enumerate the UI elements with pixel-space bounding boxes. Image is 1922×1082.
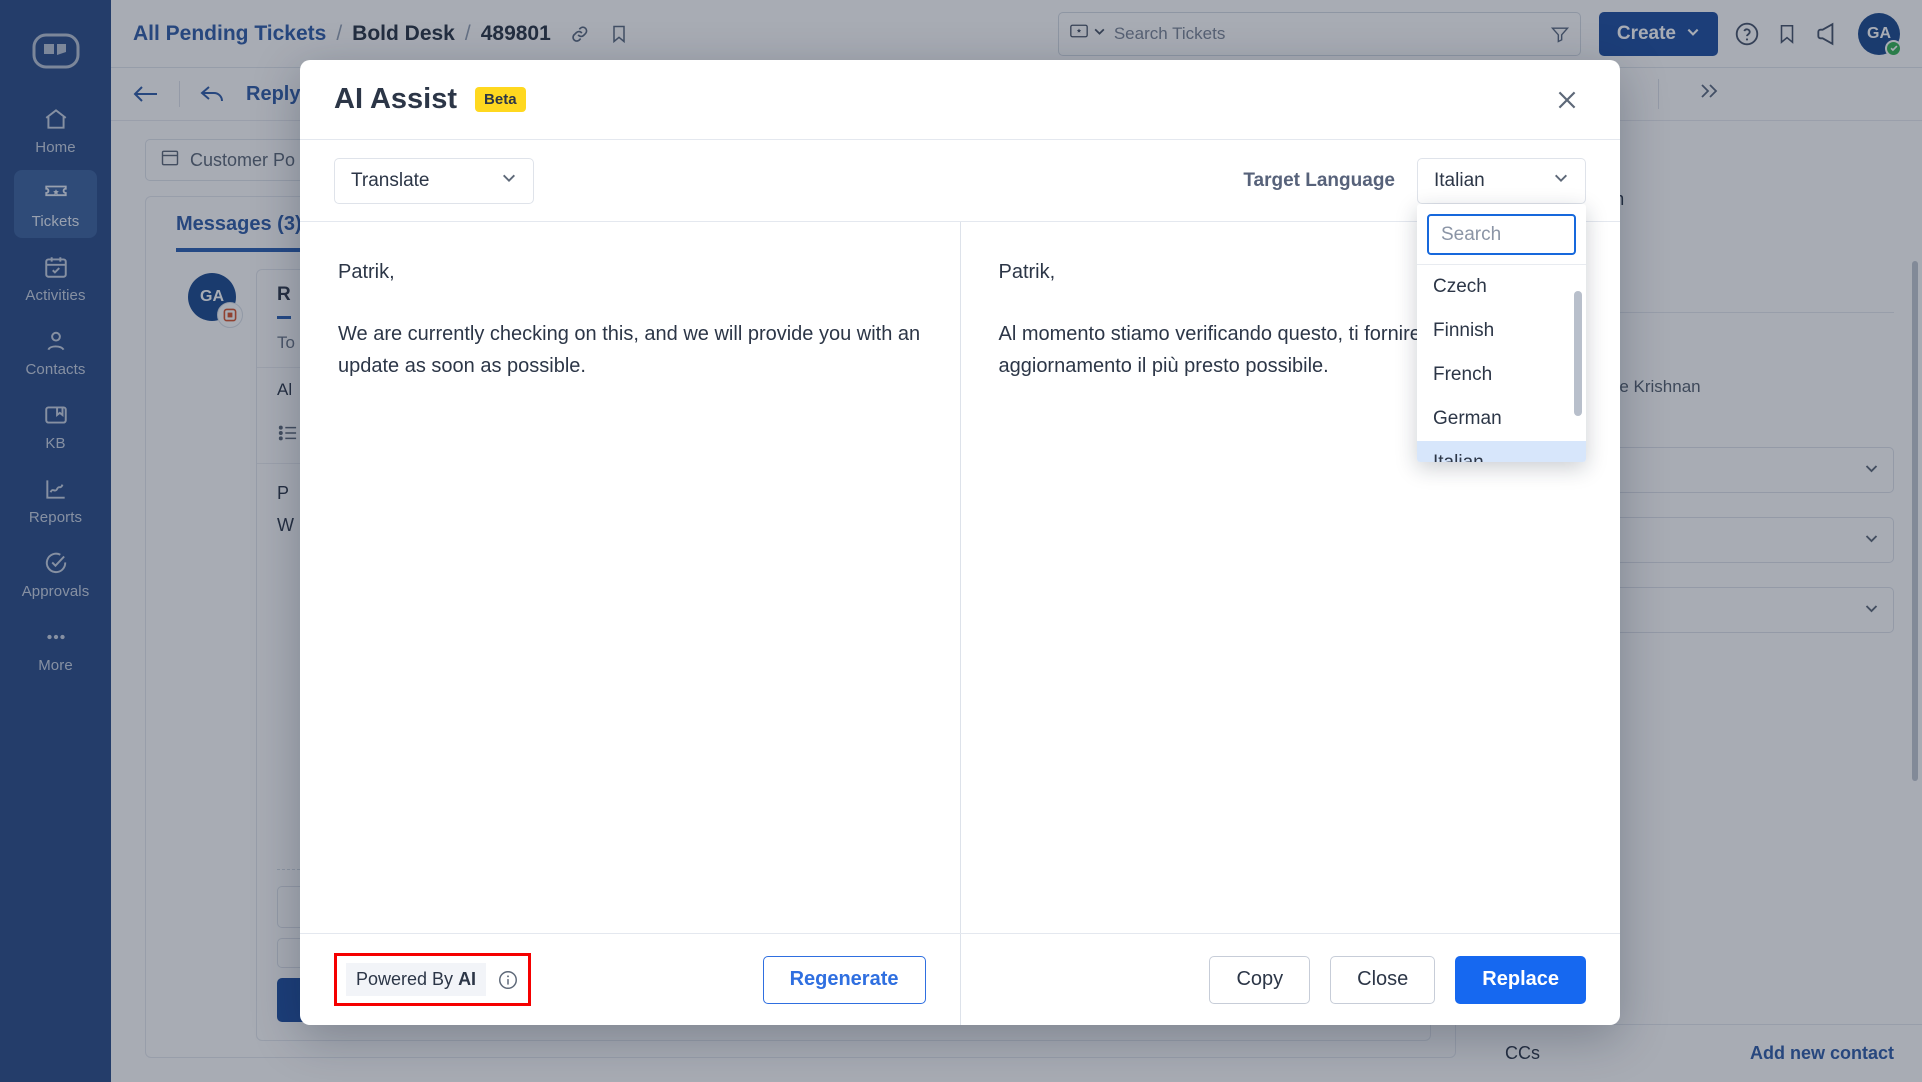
language-option-list[interactable]: Czech Finnish French German Italian Japa… (1417, 264, 1586, 462)
dialog-header: AI Assist Beta (300, 60, 1620, 140)
action-select[interactable]: Translate (334, 157, 534, 204)
source-text-pane: Patrik, We are currently checking on thi… (300, 222, 960, 933)
app-root: Home Tickets Activities Contacts KB Repo… (0, 0, 1922, 1082)
footer-left: Powered By AI Regenerate (300, 934, 961, 1025)
beta-badge: Beta (475, 87, 526, 112)
dialog-controls: Translate Target Language Italian Czech … (300, 140, 1620, 462)
footer-right: Copy Close Replace (961, 934, 1621, 1025)
chevron-down-icon (501, 170, 517, 192)
language-option-german[interactable]: German (1417, 397, 1586, 441)
regenerate-button[interactable]: Regenerate (762, 955, 926, 1004)
replace-button[interactable]: Replace (1455, 955, 1586, 1004)
ai-assist-dialog: AI Assist Beta Translate Target Language… (300, 60, 1620, 1025)
language-search-input[interactable] (1427, 214, 1576, 255)
powered-by-prefix: Powered By (356, 969, 459, 989)
language-option-italian[interactable]: Italian (1417, 441, 1586, 462)
close-icon[interactable] (1548, 81, 1586, 119)
language-dropdown: Czech Finnish French German Italian Japa… (1417, 204, 1586, 462)
powered-by-strong: AI (458, 969, 477, 989)
powered-by-ai-highlight: Powered By AI (334, 953, 532, 1006)
action-select-value: Translate (351, 169, 430, 191)
target-language-label: Target Language (1243, 169, 1395, 191)
dropdown-scrollbar[interactable] (1574, 291, 1582, 416)
copy-button[interactable]: Copy (1209, 955, 1311, 1004)
language-option-french[interactable]: French (1417, 353, 1586, 397)
powered-by-ai-badge: Powered By AI (346, 963, 487, 996)
language-select[interactable]: Italian (1417, 157, 1586, 204)
language-select-value: Italian (1434, 169, 1485, 191)
language-option-finnish[interactable]: Finnish (1417, 309, 1586, 353)
source-greeting: Patrik, (338, 261, 395, 283)
dialog-footer: Powered By AI Regenerate Copy Close Repl… (300, 933, 1620, 1025)
dropdown-search-wrapper (1417, 204, 1586, 264)
info-circle-icon[interactable] (497, 969, 519, 991)
language-option-czech[interactable]: Czech (1417, 265, 1586, 309)
close-button[interactable]: Close (1330, 955, 1436, 1004)
dialog-title: AI Assist (334, 83, 458, 115)
source-body: We are currently checking on this, and w… (338, 323, 921, 377)
chevron-down-icon (1553, 170, 1569, 192)
